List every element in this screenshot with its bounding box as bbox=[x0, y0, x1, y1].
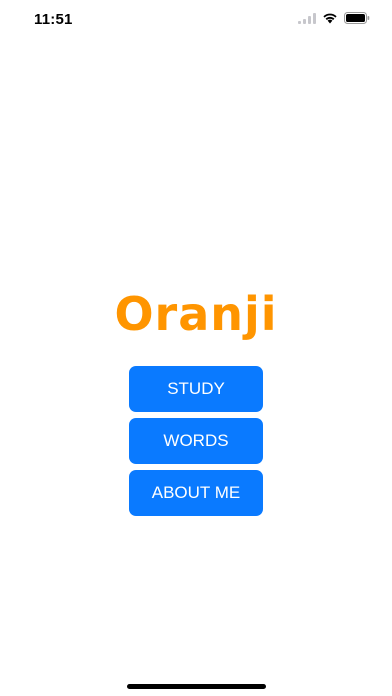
app-title: Oranji bbox=[114, 287, 278, 341]
words-button[interactable]: WORDS bbox=[129, 418, 263, 464]
home-indicator[interactable] bbox=[127, 684, 266, 689]
status-bar: 11:51 bbox=[0, 0, 392, 44]
wifi-icon bbox=[322, 12, 338, 24]
signal-icon bbox=[298, 12, 316, 24]
study-button[interactable]: STUDY bbox=[129, 366, 263, 412]
about-me-button[interactable]: ABOUT ME bbox=[129, 470, 263, 516]
battery-icon bbox=[344, 12, 370, 24]
status-icons bbox=[298, 12, 370, 24]
status-time: 11:51 bbox=[34, 11, 73, 28]
